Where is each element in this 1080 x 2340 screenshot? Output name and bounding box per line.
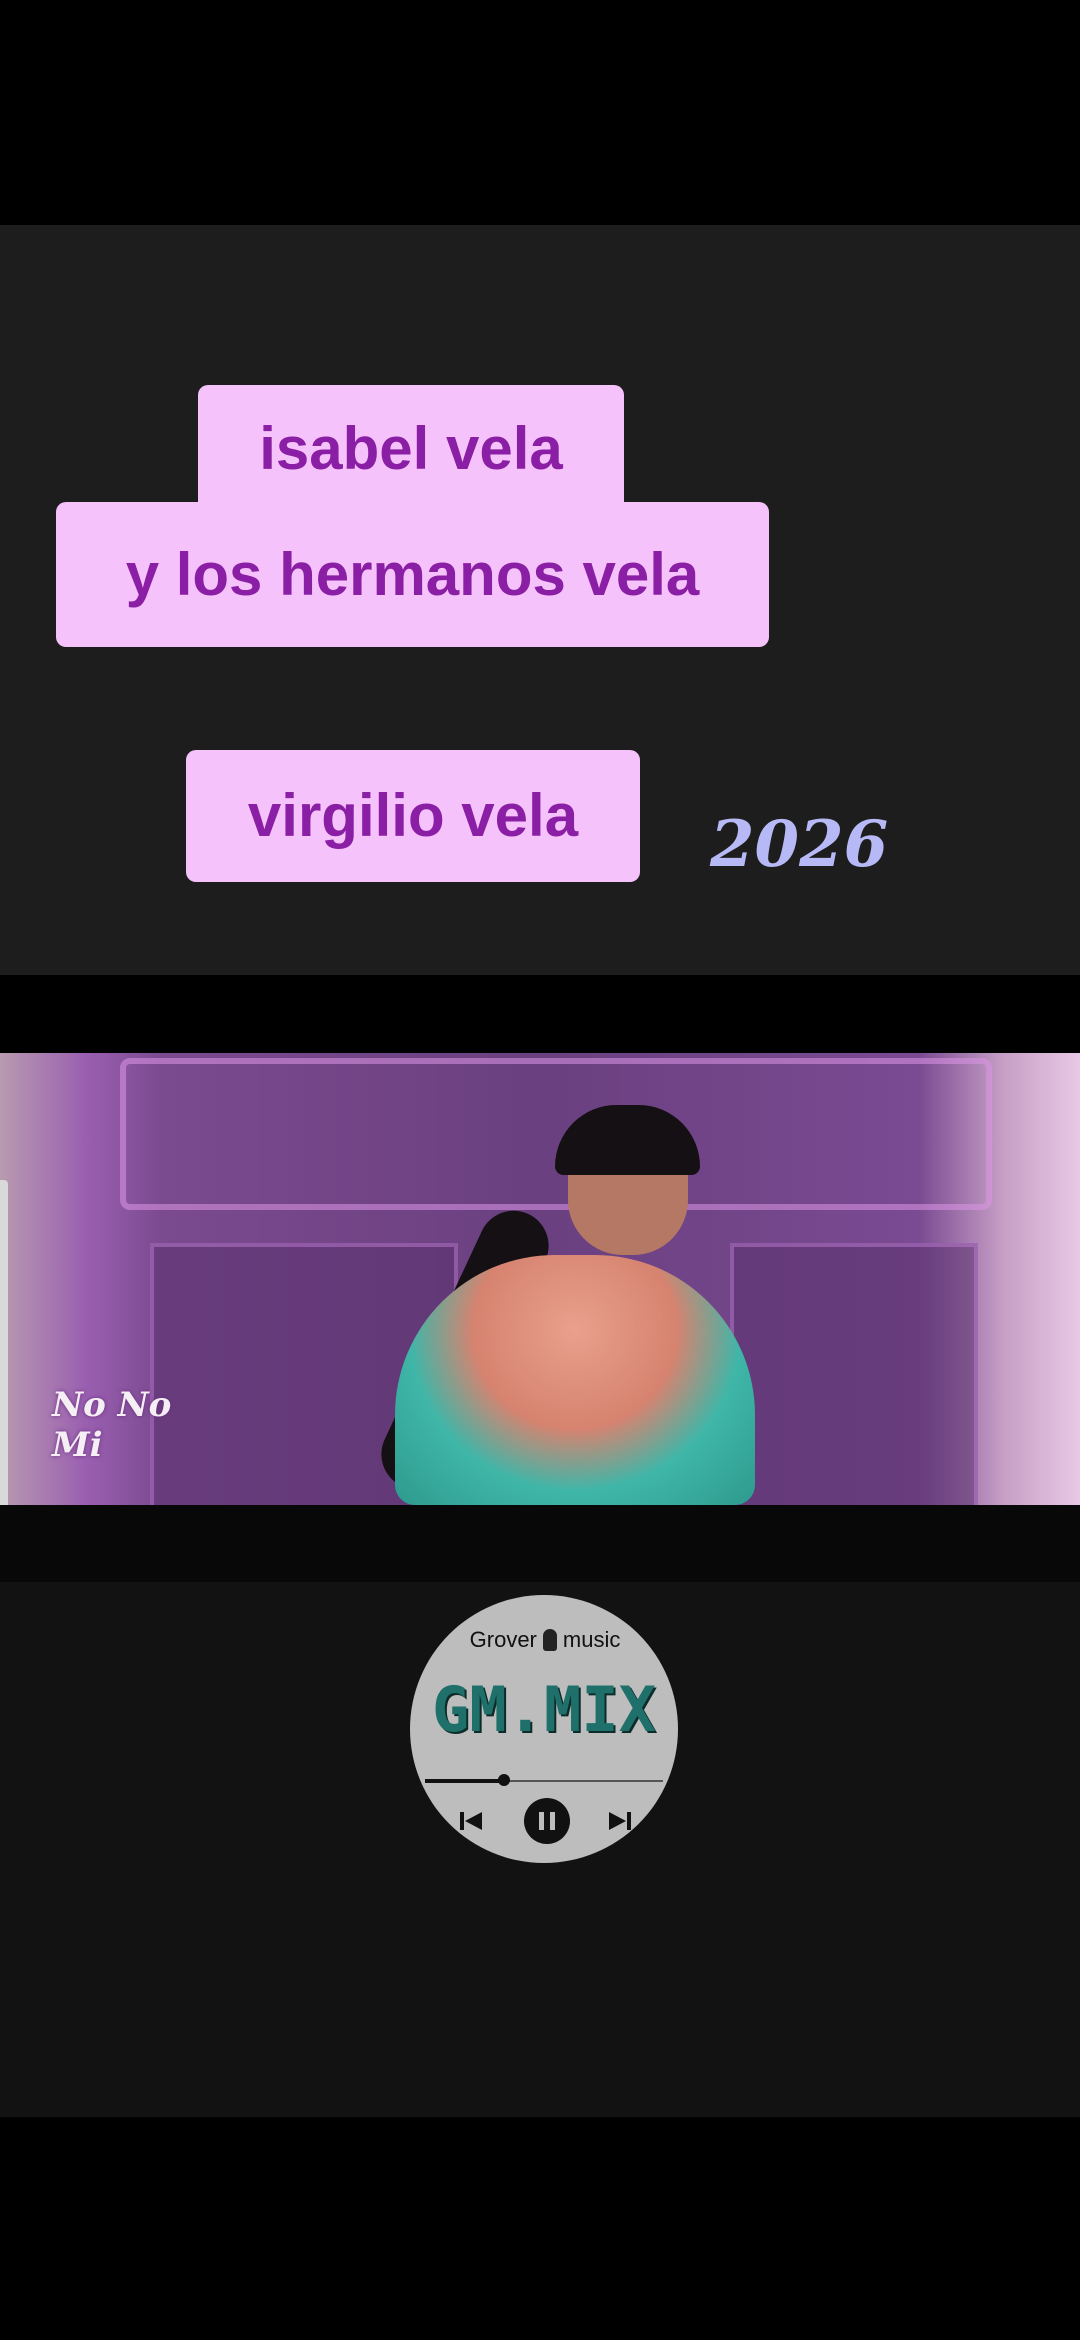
lower-black-band [0,1505,1080,1585]
bottom-black-band [0,2117,1080,2340]
door-panel-right [730,1243,978,1505]
year-text: 2026 [710,807,889,882]
artist-label-isabel-text: isabel vela [259,415,563,482]
edge-tab-handle[interactable] [0,1180,8,1520]
mid-black-band [0,975,1080,1055]
artist-label-hermanos-text: y los hermanos vela [125,540,700,608]
video-watermark: No No Mi [52,1385,172,1465]
door-frame-top [120,1058,992,1210]
artist-label-virgilio-text: virgilio vela [247,782,579,849]
music-brand-left: Grover [469,1627,537,1652]
artist-label-virgilio: virgilio vela [186,750,640,882]
music-progress-knob[interactable] [497,1774,510,1786]
music-progress-fill [425,1779,504,1783]
music-brand: Grover music [455,1627,635,1657]
music-widget-title: GM.MIX [432,1673,656,1746]
next-icon[interactable] [606,1808,634,1834]
pause-icon-bar-left [539,1812,544,1830]
music-brand-right: music [562,1627,621,1652]
artist-label-isabel: isabel vela [198,385,624,513]
artist-label-hermanos: y los hermanos vela [56,502,769,647]
pause-icon-bar-right [550,1812,555,1830]
top-black-band [0,0,1080,225]
microphone-icon [542,1629,557,1651]
previous-icon[interactable] [457,1808,485,1834]
pause-button[interactable] [524,1798,570,1844]
